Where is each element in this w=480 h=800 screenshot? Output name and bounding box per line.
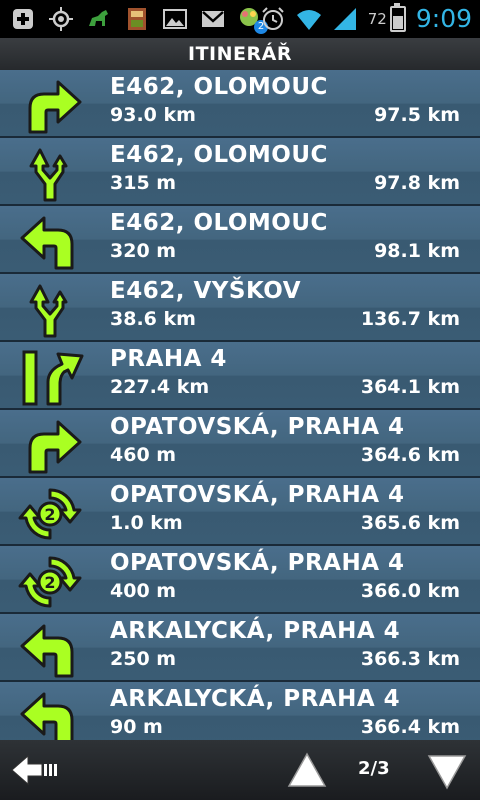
segment-distance: 460 m xyxy=(110,444,177,466)
keep-left-fork-icon xyxy=(29,148,68,202)
turn-right-icon xyxy=(28,420,82,474)
total-distance: 97.8 km xyxy=(374,172,460,194)
road-name: E462, OLOMOUC xyxy=(110,74,328,100)
page-title: ITINERÁŘ xyxy=(0,38,480,70)
segment-distance: 250 m xyxy=(110,648,177,670)
svg-text:2: 2 xyxy=(44,505,55,524)
road-name: E462, OLOMOUC xyxy=(110,142,328,168)
total-distance: 364.1 km xyxy=(360,376,460,398)
total-distance: 366.0 km xyxy=(360,580,460,602)
turn-left-icon xyxy=(20,624,74,678)
gallery-icon xyxy=(163,9,187,29)
app-book-icon xyxy=(128,8,146,30)
lane-bear-right-icon xyxy=(22,350,84,406)
itinerary-row[interactable]: 2 OPATOVSKÁ, PRAHA 4 1.0 km 365.6 km xyxy=(0,478,480,546)
alarm-icon xyxy=(262,6,284,30)
page-up-icon[interactable] xyxy=(286,750,328,792)
road-name: ARKALYCKÁ, PRAHA 4 xyxy=(110,686,401,712)
bottom-bar: 2/3 xyxy=(0,740,480,800)
itinerary-list: E462, OLOMOUC 93.0 km 97.5 km E462, OLOMOUC… xyxy=(0,70,480,740)
road-name: ARKALYCKÁ, PRAHA 4 xyxy=(110,618,401,644)
itinerary-row[interactable]: OPATOVSKÁ, PRAHA 4 460 m 364.6 km xyxy=(0,410,480,478)
system-status: 72 9:09 xyxy=(260,2,472,33)
wifi-icon xyxy=(296,9,321,30)
segment-distance: 93.0 km xyxy=(110,104,196,126)
roundabout-exit-2-icon: 2 xyxy=(18,488,82,540)
status-bar: 2 72 9:09 xyxy=(0,0,480,38)
itinerary-row[interactable]: E462, OLOMOUC 320 m 98.1 km xyxy=(0,206,480,274)
signal-icon xyxy=(333,7,356,30)
page-indicator: 2/3 xyxy=(358,758,390,779)
road-name: OPATOVSKÁ, PRAHA 4 xyxy=(110,482,405,508)
battery-icon xyxy=(389,2,406,32)
back-arrow-icon[interactable] xyxy=(8,748,60,792)
battery-indicator: 72 xyxy=(367,2,406,32)
itinerary-row[interactable]: ARKALYCKÁ, PRAHA 4 90 m 366.4 km xyxy=(0,682,480,740)
segment-distance: 38.6 km xyxy=(110,308,196,330)
svg-text:2: 2 xyxy=(44,573,55,592)
total-distance: 97.5 km xyxy=(374,104,460,126)
total-distance: 98.1 km xyxy=(374,240,460,262)
road-name: OPATOVSKÁ, PRAHA 4 xyxy=(110,550,405,576)
turn-left-icon xyxy=(20,692,74,740)
itinerary-row[interactable]: E462, OLOMOUC 93.0 km 97.5 km xyxy=(0,70,480,138)
road-name: OPATOVSKÁ, PRAHA 4 xyxy=(110,414,405,440)
total-distance: 366.4 km xyxy=(360,716,460,738)
total-distance: 366.3 km xyxy=(360,648,460,670)
segment-distance: 90 m xyxy=(110,716,163,738)
roundabout-exit-2-icon: 2 xyxy=(18,556,82,608)
clock: 9:09 xyxy=(415,4,472,33)
segment-distance: 1.0 km xyxy=(110,512,183,534)
segment-distance: 400 m xyxy=(110,580,177,602)
itinerary-row[interactable]: PRAHA 4 227.4 km 364.1 km xyxy=(0,342,480,410)
total-distance: 136.7 km xyxy=(360,308,460,330)
itinerary-row[interactable]: E462, OLOMOUC 315 m 97.8 km xyxy=(0,138,480,206)
app-animal-icon xyxy=(89,10,108,26)
itinerary-row[interactable]: E462, VYŠKOV 38.6 km 136.7 km xyxy=(0,274,480,342)
road-name: E462, VYŠKOV xyxy=(110,278,302,304)
add-icon[interactable] xyxy=(10,6,36,32)
notification-icons: 2 xyxy=(10,6,268,34)
turn-right-icon xyxy=(28,80,82,134)
segment-distance: 315 m xyxy=(110,172,177,194)
gps-icon xyxy=(49,7,73,31)
segment-distance: 227.4 km xyxy=(110,376,210,398)
page-down-icon[interactable] xyxy=(426,750,468,792)
road-name: E462, OLOMOUC xyxy=(110,210,328,236)
turn-left-icon xyxy=(20,216,74,270)
gmail-icon xyxy=(202,11,224,27)
road-name: PRAHA 4 xyxy=(110,346,227,372)
total-distance: 365.6 km xyxy=(360,512,460,534)
segment-distance: 320 m xyxy=(110,240,177,262)
itinerary-row[interactable]: 2 OPATOVSKÁ, PRAHA 4 400 m 366.0 km xyxy=(0,546,480,614)
total-distance: 364.6 km xyxy=(360,444,460,466)
battery-percent: 72 xyxy=(367,9,387,28)
keep-left-fork-icon xyxy=(29,284,68,338)
itinerary-row[interactable]: ARKALYCKÁ, PRAHA 4 250 m 366.3 km xyxy=(0,614,480,682)
